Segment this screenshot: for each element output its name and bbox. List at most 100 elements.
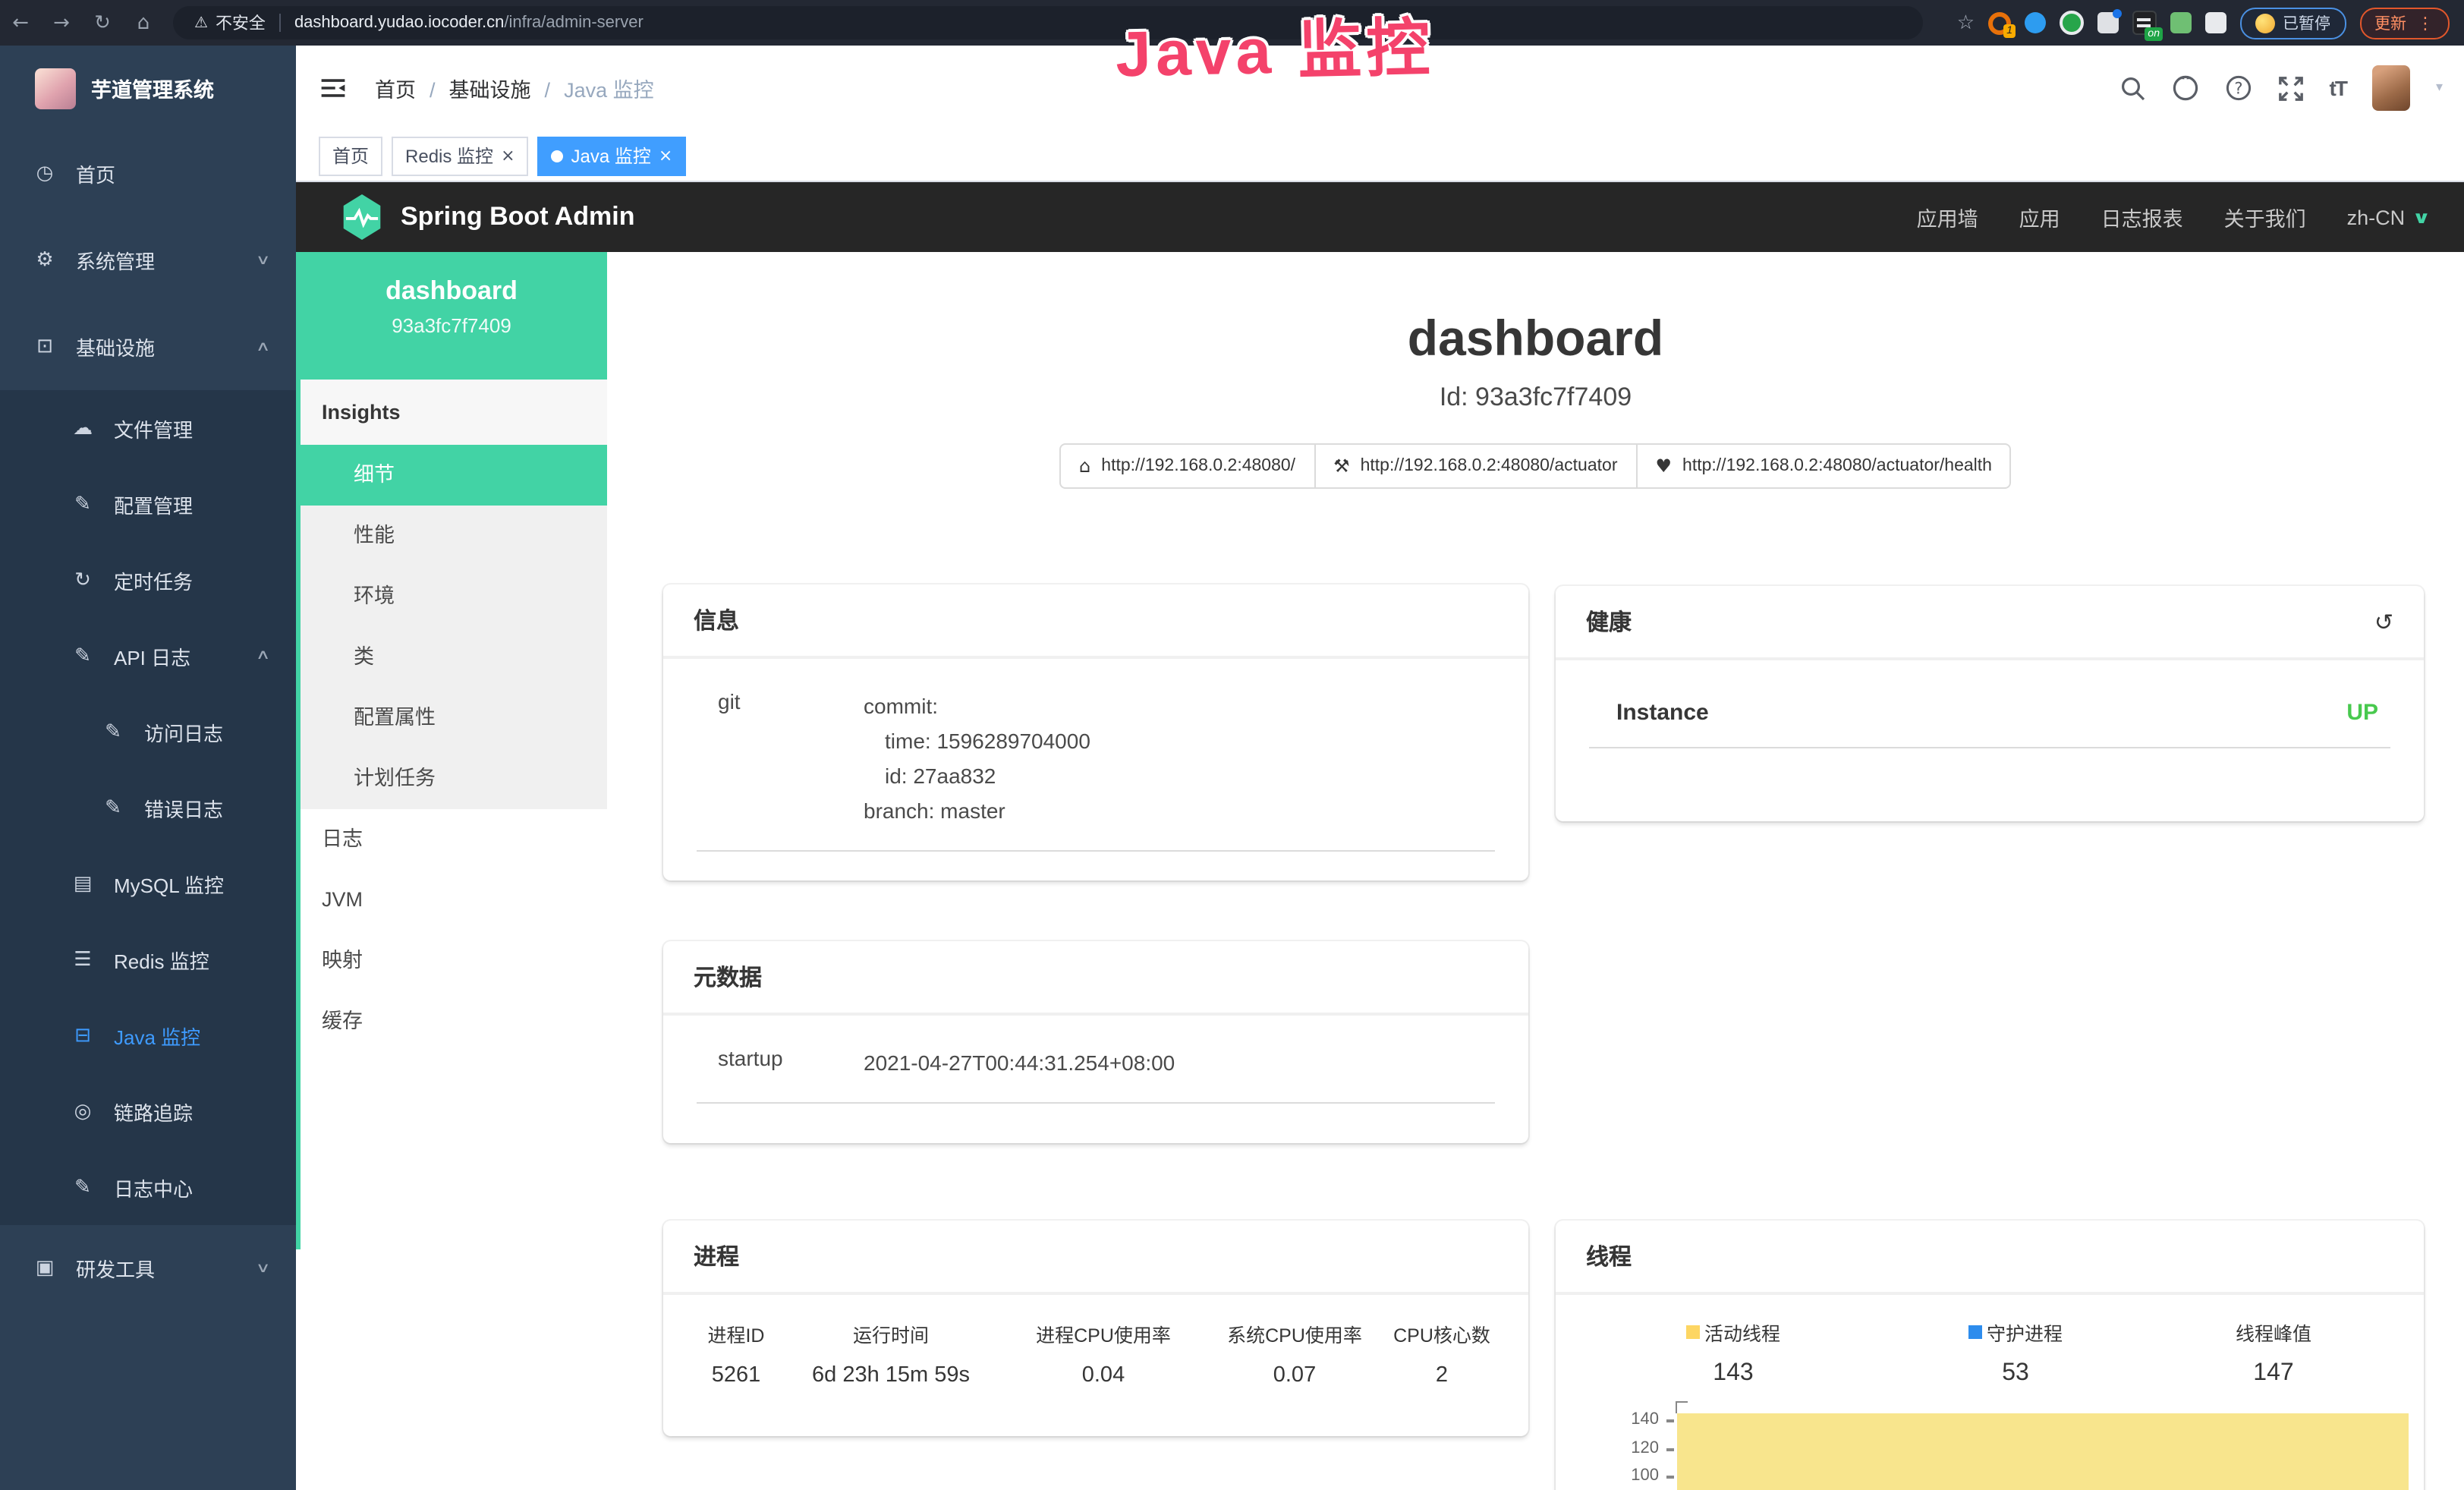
sidebar-item-file-manage[interactable]: ☁ 文件管理	[0, 390, 296, 466]
url-host: dashboard.yudao.iocoder.cn	[294, 14, 504, 32]
sba-sidebar: dashboard 93a3fc7f7409 Insights 细节 性能 环境…	[296, 252, 607, 1490]
git-id-line: id: 27aa832	[864, 759, 1090, 794]
sidebar-item-mysql-monitor[interactable]: ▤ MySQL 监控	[0, 846, 296, 921]
extension-icon-pin[interactable]	[2025, 12, 2046, 33]
nav-item-mappings[interactable]: 映射	[296, 931, 607, 991]
tab-java-monitor[interactable]: Java 监控 ×	[538, 136, 687, 175]
instance-header[interactable]: dashboard 93a3fc7f7409	[296, 252, 607, 380]
nav-item-config-props[interactable]: 配置属性	[296, 688, 607, 748]
sba-nav-applications[interactable]: 应用	[2019, 202, 2060, 232]
close-icon[interactable]: ×	[659, 146, 672, 165]
extension-on-badge: on	[2145, 27, 2163, 41]
extension-icon-switch[interactable]: on	[2132, 11, 2157, 35]
extension-badge: 1	[2003, 24, 2016, 37]
nav-item-logs[interactable]: 日志	[296, 809, 607, 870]
sba-language-select[interactable]: zh-CN ∨	[2347, 206, 2428, 228]
page-title: dashboard	[607, 310, 2464, 367]
nav-item-metrics[interactable]: 性能	[296, 506, 607, 566]
legend-live-threads: 活动线程 143	[1619, 1318, 1847, 1388]
service-url-button[interactable]: ⌂ http://192.168.0.2:48080/	[1059, 443, 1315, 489]
font-size-icon[interactable]: tT	[2330, 76, 2346, 100]
health-url-button[interactable]: ♥ http://192.168.0.2:48080/actuator/heal…	[1636, 443, 2012, 489]
layers-icon: ☰	[70, 948, 96, 971]
extension-icon-orange[interactable]: 1	[1988, 11, 2011, 34]
sidebar-item-label: MySQL 监控	[114, 869, 224, 898]
user-avatar[interactable]	[2372, 65, 2410, 111]
bookmark-star-icon[interactable]: ☆	[1957, 11, 1975, 34]
nav-item-scheduled-tasks[interactable]: 计划任务	[296, 748, 607, 809]
nav-item-jvm[interactable]: JVM	[296, 870, 607, 931]
kebab-menu-icon[interactable]: ⋮	[2417, 13, 2434, 33]
sba-title: Spring Boot Admin	[401, 202, 635, 232]
history-icon[interactable]: ↺	[2374, 608, 2393, 635]
url-path: /infra/admin-server	[504, 14, 643, 32]
sidebar-item-dev-tools[interactable]: ▣ 研发工具 ∨	[0, 1225, 296, 1312]
tags-view: 首页 Redis 监控 × Java 监控 ×	[296, 131, 2464, 182]
legend-label: 活动线程	[1704, 1318, 1780, 1347]
forward-icon[interactable]: →	[41, 11, 82, 34]
security-chip[interactable]: 不安全	[216, 11, 266, 35]
nav-item-details[interactable]: 细节	[296, 445, 607, 506]
sidebar-item-tracing[interactable]: ◎ 链路追踪	[0, 1073, 296, 1149]
sidebar-item-scheduled-jobs[interactable]: ↻ 定时任务	[0, 542, 296, 618]
github-icon[interactable]	[2172, 74, 2199, 102]
sidebar-item-label: 定时任务	[114, 565, 193, 594]
actuator-url-button[interactable]: ⚒ http://192.168.0.2:48080/actuator	[1314, 443, 1637, 489]
card-health-header: 健康 ↺	[1556, 586, 2424, 660]
nav-item-environment[interactable]: 环境	[296, 566, 607, 627]
health-row-instance[interactable]: Instance UP	[1589, 660, 2390, 748]
sidebar-item-api-log[interactable]: ✎ API 日志 ∧	[0, 618, 296, 694]
sidebar-item-java-monitor[interactable]: ⊟ Java 监控	[0, 997, 296, 1073]
sba-nav-journal[interactable]: 日志报表	[2101, 202, 2183, 232]
tab-redis-monitor[interactable]: Redis 监控 ×	[392, 136, 528, 175]
sba-nav-wallboard[interactable]: 应用墙	[1917, 202, 1978, 232]
y-tick-120: 120	[1598, 1439, 1659, 1457]
extension-icon-leaf[interactable]	[2170, 12, 2192, 33]
nav-item-classes[interactable]: 类	[296, 627, 607, 688]
nav-item-caches[interactable]: 缓存	[296, 991, 607, 1052]
sidebar-item-home[interactable]: ◷ 首页	[0, 131, 296, 217]
sba-nav-about[interactable]: 关于我们	[2224, 202, 2306, 232]
sidebar-item-label: 日志中心	[114, 1173, 193, 1202]
brand-title: 芋道管理系统	[91, 73, 214, 103]
warning-icon: ⚠	[194, 14, 208, 31]
axis-corner	[1676, 1401, 1688, 1413]
sidebar-item-infra[interactable]: ⊡ 基础设施 ∧	[0, 304, 296, 390]
tab-home[interactable]: 首页	[319, 136, 382, 175]
sidebar-item-config-manage[interactable]: ✎ 配置管理	[0, 466, 296, 542]
sidebar-item-error-log[interactable]: ✎ 错误日志	[0, 770, 296, 846]
tick-mark	[1666, 1419, 1674, 1422]
profile-status-label: 已暂停	[2283, 11, 2330, 34]
caret-down-icon[interactable]: ▾	[2436, 80, 2443, 96]
extensions-puzzle-icon[interactable]	[2205, 12, 2226, 33]
tab-label: Java 监控	[571, 143, 651, 169]
tab-label: Redis 监控	[405, 143, 493, 169]
sidebar-item-redis-monitor[interactable]: ☰ Redis 监控	[0, 921, 296, 997]
sidebar-item-access-log[interactable]: ✎ 访问日志	[0, 694, 296, 770]
home-icon[interactable]: ⌂	[123, 11, 164, 34]
uptime-value: 6d 23h 15m 59s	[785, 1363, 997, 1388]
sba-nav: 应用墙 应用 日志报表 关于我们 zh-CN ∨	[1917, 202, 2464, 232]
url-bar[interactable]: ⚠ 不安全 dashboard.yudao.iocoder.cn/infra/a…	[173, 6, 1924, 39]
extension-icon-grid[interactable]	[2097, 12, 2119, 33]
sidebar-item-label: 系统管理	[76, 246, 155, 275]
sidebar-item-log-center[interactable]: ✎ 日志中心	[0, 1149, 296, 1225]
back-icon[interactable]: ←	[0, 11, 41, 34]
cloud-icon: ☁	[70, 417, 96, 439]
breadcrumb-home[interactable]: 首页	[375, 73, 436, 103]
sidebar-item-system[interactable]: ⚙ 系统管理 ∨	[0, 217, 296, 304]
nav-group-insights[interactable]: Insights	[296, 380, 607, 445]
fullscreen-icon[interactable]	[2278, 75, 2304, 101]
close-icon[interactable]: ×	[501, 146, 515, 165]
breadcrumb-infra[interactable]: 基础设施	[449, 73, 551, 103]
search-icon[interactable]	[2120, 75, 2146, 101]
sidebar-fold-icon[interactable]	[319, 74, 348, 102]
reload-icon[interactable]: ↻	[82, 11, 123, 34]
browser-profile-chip[interactable]: 已暂停	[2240, 7, 2346, 39]
help-icon[interactable]: ?	[2225, 74, 2252, 102]
briefcase-icon: ▣	[32, 1257, 58, 1280]
sidebar-item-label: Java 监控	[114, 1021, 200, 1050]
browser-update-button[interactable]: 更新 ⋮	[2359, 7, 2449, 39]
sidebar-accent-strip	[296, 380, 301, 1249]
extension-icon-green-circle[interactable]	[2060, 11, 2084, 35]
